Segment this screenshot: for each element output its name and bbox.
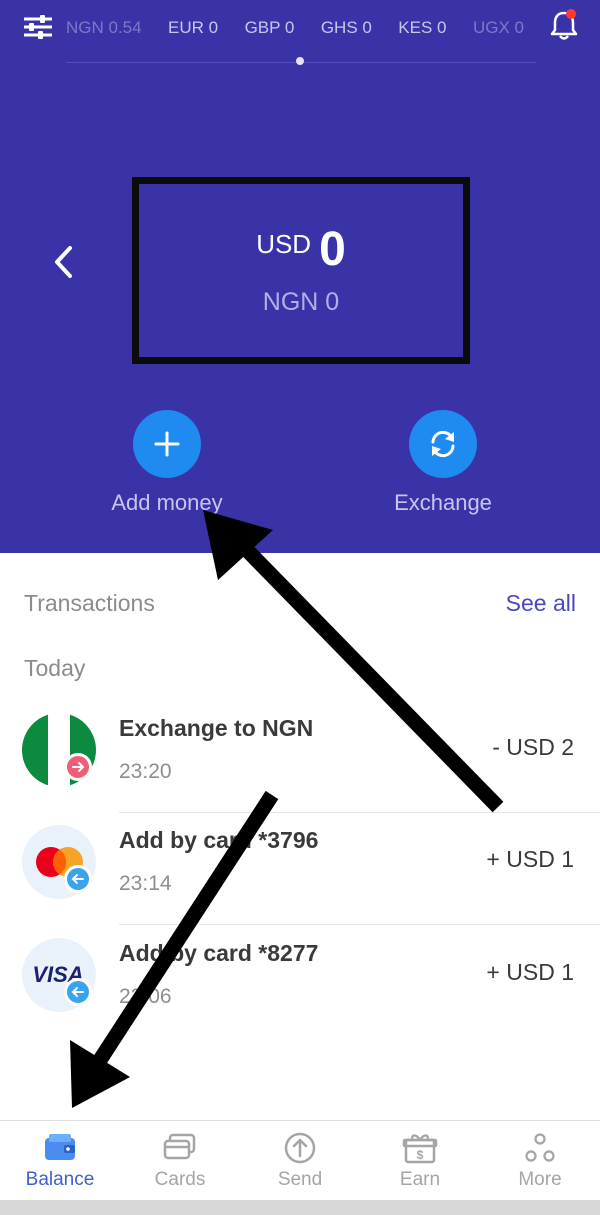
add-money-label[interactable]: Add money (67, 490, 267, 516)
currency-tab[interactable]: EUR 0 (168, 18, 218, 38)
transaction-time: 22:06 (119, 985, 172, 1008)
balance-header: NGN 0.54 EUR 0 GBP 0 GHS 0 KES 0 UGX 0 U… (0, 0, 600, 553)
nav-item-balance[interactable]: Balance (0, 1121, 120, 1201)
page-indicator (296, 57, 304, 65)
currency-tabs: NGN 0.54 EUR 0 GBP 0 GHS 0 KES 0 UGX 0 U (66, 18, 546, 40)
system-home-bar (0, 1200, 600, 1215)
divider (119, 924, 600, 925)
balance-secondary: NGN 0 (262, 288, 340, 316)
transaction-row[interactable]: Add by card *3796 23:14 + USD 1 (0, 813, 600, 925)
transaction-time: 23:14 (119, 872, 172, 895)
bottom-navigation: Balance Cards Send $ Earn More (0, 1120, 600, 1200)
nav-label: Send (277, 1169, 323, 1190)
exchange-label[interactable]: Exchange (343, 490, 543, 516)
sliders-icon (24, 15, 52, 39)
svg-text:$: $ (417, 1148, 424, 1162)
currency-tab[interactable]: GHS 0 (321, 18, 372, 38)
balance-card: USD 0 NGN 0 (132, 177, 470, 364)
transaction-row[interactable]: VISA Add by card *8277 22:06 + USD 1 (0, 926, 600, 1038)
balance-amount: 0 (319, 223, 346, 276)
currency-tab[interactable]: UGX 0 (473, 18, 524, 38)
exchange-button[interactable] (409, 410, 477, 478)
nav-label: Earn (399, 1169, 441, 1190)
arrow-left-icon (64, 978, 92, 1006)
nav-item-cards[interactable]: Cards (120, 1121, 240, 1201)
transaction-time: 23:20 (119, 760, 172, 783)
notifications-button[interactable] (548, 8, 580, 42)
wallet-icon (45, 1134, 75, 1160)
arrow-right-icon (64, 753, 92, 781)
nav-item-earn[interactable]: $ Earn (360, 1121, 480, 1201)
transactions-title: Transactions (24, 590, 155, 616)
chevron-left-icon (55, 246, 72, 278)
nav-label: Balance (25, 1169, 95, 1190)
nav-label: More (518, 1169, 562, 1190)
arrow-left-icon (64, 865, 92, 893)
transaction-row[interactable]: Exchange to NGN 23:20 - USD 2 (0, 701, 600, 813)
balance-primary: USD 0 (139, 222, 463, 277)
balance-currency: USD (256, 229, 312, 259)
currency-tab[interactable]: KES 0 (398, 18, 446, 38)
transaction-amount: + USD 1 (486, 846, 574, 872)
cards-icon (163, 1133, 196, 1160)
transaction-amount: + USD 1 (486, 959, 574, 985)
add-money-button[interactable] (133, 410, 201, 478)
date-group-label: Today (24, 655, 86, 681)
plus-icon (154, 431, 180, 457)
currency-tab[interactable]: GBP 0 (245, 18, 295, 38)
nav-item-more[interactable]: More (480, 1121, 600, 1201)
nav-item-send[interactable]: Send (240, 1121, 360, 1201)
transaction-name: Add by card *3796 (119, 827, 319, 853)
transaction-amount: - USD 2 (492, 734, 574, 760)
transaction-name: Exchange to NGN (119, 715, 314, 741)
send-icon (284, 1132, 316, 1164)
exchange-icon (431, 430, 455, 458)
transaction-name: Add by card *8277 (119, 940, 319, 966)
bell-icon (550, 9, 578, 40)
previous-currency-button[interactable] (50, 244, 78, 280)
more-icon (525, 1133, 555, 1162)
filter-button[interactable] (22, 14, 54, 40)
see-all-link[interactable]: See all (506, 590, 576, 617)
gift-icon: $ (402, 1134, 438, 1164)
nav-label: Cards (154, 1169, 206, 1190)
currency-tab[interactable]: NGN 0.54 (66, 18, 142, 38)
